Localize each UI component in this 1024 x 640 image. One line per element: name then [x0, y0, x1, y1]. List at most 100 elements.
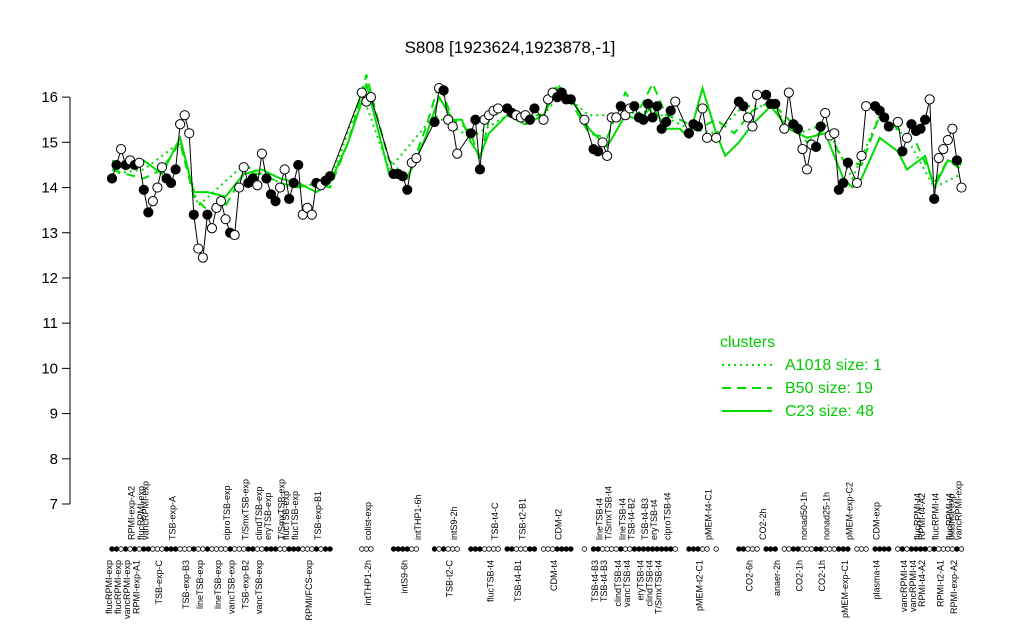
rug-marker: [204, 546, 211, 552]
x-label-top: TSB-t2-B1: [517, 498, 527, 540]
x-label-top: nonad25-1h: [822, 492, 832, 540]
rug-marker: [222, 546, 229, 552]
rug-marker: [936, 546, 942, 552]
rug-marker: [645, 546, 651, 552]
data-point: [738, 101, 749, 112]
rug-marker: [177, 546, 183, 552]
rug-marker: [286, 546, 292, 552]
rug-marker: [313, 546, 320, 552]
chart-svg: S808 [1923624,1923878,-1] 7 8 9 10 11 12 13 14 1…: [41, 38, 967, 621]
x-label-bottom: TSB-exp-B3: [181, 560, 191, 609]
x-label-top: eryTSB-exp: [263, 492, 273, 540]
rug-marker: [559, 546, 565, 552]
data-point: [647, 112, 658, 123]
rug-marker: [150, 546, 156, 552]
rug-marker: [618, 546, 624, 552]
rug-marker: [322, 546, 329, 552]
data-point: [293, 159, 304, 171]
data-point: [592, 146, 604, 157]
data-point: [220, 214, 231, 225]
rug-marker: [881, 546, 887, 552]
data-point: [229, 229, 240, 241]
rug-marker: [931, 546, 937, 552]
rug-marker: [145, 546, 152, 552]
rug-marker: [440, 546, 447, 552]
y-tick-label: 10: [41, 360, 58, 377]
rug-marker: [763, 546, 769, 552]
x-label-bottom: CO2-1h: [794, 560, 804, 592]
rug-marker: [827, 546, 833, 552]
rug-marker: [327, 546, 333, 552]
rug-marker: [200, 546, 206, 552]
legend-entry: B50 size: 19: [785, 380, 873, 397]
rug-marker: [699, 546, 706, 552]
rug-marker: [359, 546, 365, 552]
rug-marker: [863, 546, 869, 552]
rug-marker: [945, 546, 951, 552]
rug-marker: [241, 546, 247, 552]
data-point: [411, 153, 422, 164]
rug-marker: [154, 546, 161, 552]
rug-marker: [631, 546, 638, 552]
rug-marker: [740, 546, 747, 552]
data-point: [493, 103, 504, 114]
x-label-top: flucTSB-exp: [290, 491, 300, 540]
data-point: [797, 144, 808, 155]
data-point: [670, 96, 681, 107]
rug-marker: [686, 546, 692, 552]
rug-marker: [141, 546, 147, 552]
data-point: [810, 141, 822, 152]
rug-marker: [159, 546, 165, 552]
rug-marker: [172, 546, 179, 552]
x-label-bottom: CO2-6h: [745, 560, 755, 592]
rug-marker: [899, 546, 906, 552]
data-point: [611, 112, 622, 123]
x-label-top: eryTSB-t4: [649, 499, 659, 540]
rug-marker: [831, 546, 837, 552]
rug-marker: [549, 546, 556, 552]
rug-marker: [504, 546, 510, 552]
rug-marker: [318, 546, 324, 552]
rug-marker: [132, 546, 138, 552]
x-label-bottom: TSB-exp-B2: [240, 560, 250, 609]
x-label-bottom: lineTSB-exp: [213, 560, 223, 609]
rug-marker: [886, 546, 892, 552]
data-line: [111, 87, 962, 260]
y-tick-label: 12: [41, 270, 58, 287]
rug-marker: [904, 546, 910, 552]
data-point: [306, 209, 317, 220]
rug-marker: [563, 546, 569, 552]
data-point: [284, 193, 295, 204]
data-point: [742, 112, 754, 123]
data-point: [792, 123, 804, 134]
rug-marker: [436, 546, 442, 552]
x-label-bottom: vancTSB-exp: [254, 560, 264, 614]
rug-marker: [254, 546, 261, 552]
x-label-bottom: CO2-1h: [817, 560, 827, 592]
x-label-top: flucRPMI-t4: [931, 493, 941, 540]
data-point: [947, 123, 958, 134]
rug-marker: [772, 546, 778, 552]
rug-marker: [213, 546, 220, 552]
x-label-bottom: RPMI-t4-A2: [917, 560, 927, 607]
x-label-top: vancRPMI-exp: [140, 481, 150, 540]
data-point: [565, 94, 576, 105]
x-label-bottom: TSB-exp-C: [154, 560, 164, 605]
rug-marker: [281, 546, 288, 552]
rug-marker: [767, 546, 774, 552]
rug-marker: [822, 546, 828, 552]
x-label-top: TSB-t4-B2: [626, 498, 636, 540]
rug-marker: [195, 546, 202, 552]
rug-marker: [749, 546, 756, 552]
data-point: [261, 173, 272, 184]
x-label-bottom: pMEM-t2-C1: [695, 560, 705, 611]
y-tick-label: 14: [41, 180, 58, 197]
data-point: [915, 123, 926, 134]
rug-marker: [627, 546, 633, 552]
data-point: [747, 121, 758, 132]
data-point: [860, 101, 872, 112]
rug-marker: [799, 546, 806, 552]
rug-marker: [599, 546, 606, 552]
rug-marker: [940, 546, 946, 552]
rug-marker: [622, 546, 629, 552]
